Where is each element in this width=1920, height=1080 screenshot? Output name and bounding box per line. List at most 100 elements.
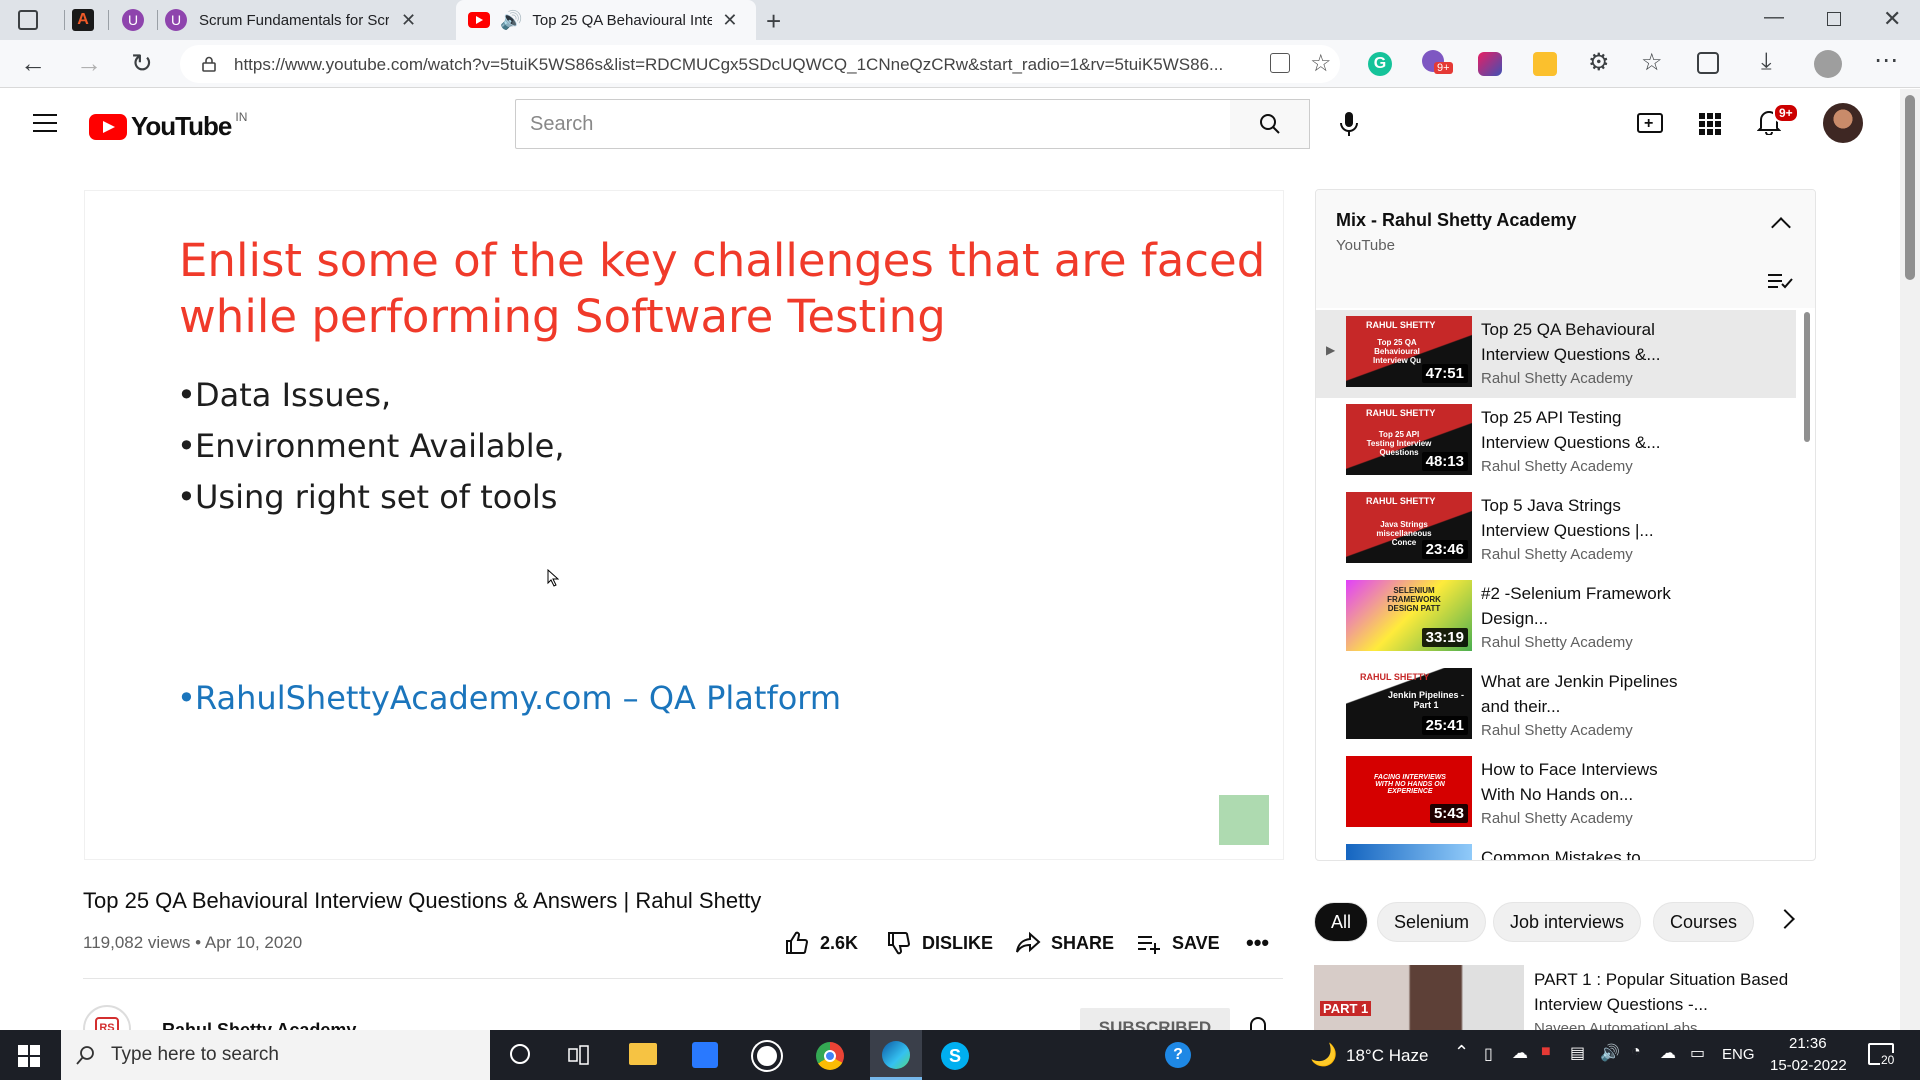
close-tab-icon[interactable]: ✕ — [722, 10, 737, 31]
gift-icon[interactable]: ■ — [1541, 1043, 1551, 1061]
action-center-icon[interactable]: 20 — [1868, 1043, 1896, 1067]
clock-date[interactable]: 15-02-2022 — [1770, 1057, 1847, 1074]
playlist-item[interactable]: RAHUL SHETTY Top 25 API Testing Intervie… — [1316, 398, 1796, 486]
extensions-puzzle-icon[interactable]: ⚙ — [1588, 48, 1610, 77]
app-available-icon[interactable] — [1270, 53, 1290, 73]
video-thumbnail[interactable]: RAHUL SHETTY Top 25 QA Behavioural Inter… — [1346, 316, 1472, 387]
video-thumbnail[interactable]: SELENIUM FRAMEWORK DESIGN PATT 33:19 — [1346, 580, 1472, 651]
downloads-icon[interactable]: ⤓ — [1761, 48, 1772, 76]
settings-more-icon[interactable]: ⋯ — [1874, 46, 1898, 75]
chip-job-interviews[interactable]: Job interviews — [1493, 902, 1642, 942]
chip-selenium[interactable]: Selenium — [1377, 902, 1487, 942]
wifi-icon[interactable]: ◔ — [1631, 1043, 1641, 1061]
task-view-icon[interactable] — [568, 1044, 590, 1066]
like-button[interactable]: 2.6K — [784, 930, 858, 956]
apps-grid-icon[interactable] — [1699, 113, 1721, 135]
tray-chevron-up-icon[interactable]: ⌃ — [1454, 1042, 1469, 1063]
onedrive-icon[interactable]: ☁ — [1512, 1043, 1528, 1063]
playlist-queue-icon[interactable] — [1768, 273, 1794, 289]
search-button[interactable] — [1230, 99, 1310, 149]
tray-device-icon[interactable]: ▯ — [1484, 1044, 1493, 1064]
create-video-icon[interactable]: + — [1637, 113, 1663, 133]
dislike-label: DISLIKE — [922, 932, 994, 953]
search-input[interactable] — [516, 100, 1230, 148]
tab-scrum[interactable]: U Scrum Fundamentals for Scrum Master ✕ — [165, 0, 455, 40]
playlist-item[interactable]: RAHUL SHETTY Java Strings miscellaneous … — [1316, 486, 1796, 574]
playlist-title[interactable]: Mix - Rahul Shetty Academy — [1336, 210, 1576, 231]
more-actions-icon[interactable]: ••• — [1246, 930, 1269, 956]
windows-start-icon[interactable] — [18, 1045, 40, 1067]
grammarly-icon[interactable]: G — [1368, 52, 1392, 76]
chip-all[interactable]: All — [1314, 902, 1369, 942]
tab-actions-icon[interactable] — [18, 10, 38, 30]
chips-next-chevron-icon[interactable] — [1775, 909, 1795, 929]
slide-title-line2: while performing Software Testing — [179, 290, 946, 343]
video-thumbnail[interactable] — [1346, 844, 1472, 860]
address-bar[interactable]: https://www.youtube.com/watch?v=5tuiK5WS… — [180, 45, 1340, 83]
weather-text[interactable]: 18°C Haze — [1346, 1046, 1428, 1066]
recommended-title[interactable]: PART 1 : Popular Situation Based Intervi… — [1534, 967, 1804, 1017]
playlist-item[interactable]: RAHUL SHETTY Jenkin Pipelines -Part 1 25… — [1316, 662, 1796, 750]
maximize-button[interactable] — [1827, 12, 1841, 26]
playlist-item[interactable]: SELENIUM FRAMEWORK DESIGN PATT 33:19 #2 … — [1316, 574, 1796, 662]
dislike-button[interactable]: DISLIKE — [886, 930, 993, 956]
page-scrollbar-thumb[interactable] — [1905, 95, 1915, 280]
chip-courses[interactable]: Courses — [1653, 902, 1755, 942]
cloud-sync-icon[interactable]: ☁ — [1660, 1043, 1676, 1063]
network-icon[interactable]: ▤ — [1570, 1043, 1585, 1063]
collapse-chevron-up-icon[interactable] — [1771, 217, 1791, 237]
chrome-icon[interactable] — [816, 1042, 844, 1070]
playlist-item[interactable]: FACING INTERVIEWS WITH NO HANDS ON EXPER… — [1316, 750, 1796, 838]
taskbar-search-box[interactable]: Type here to search — [61, 1030, 490, 1080]
clock-time[interactable]: 21:36 — [1789, 1035, 1827, 1052]
microsoft-store-icon[interactable] — [692, 1042, 718, 1068]
file-explorer-icon[interactable] — [629, 1043, 657, 1065]
back-button[interactable]: ← — [20, 48, 46, 79]
pinned-tab-icon[interactable]: U — [122, 9, 144, 31]
speaker-icon[interactable]: 🔊 — [500, 10, 522, 31]
playlist-item[interactable]: Common Mistakes to — [1316, 838, 1796, 860]
close-tab-icon[interactable]: ✕ — [401, 10, 416, 31]
favorite-star-icon[interactable]: ☆ — [1310, 49, 1332, 78]
help-icon[interactable]: ? — [1165, 1042, 1191, 1068]
video-thumbnail[interactable]: RAHUL SHETTY Top 25 API Testing Intervie… — [1346, 404, 1472, 475]
collections-icon[interactable] — [1697, 52, 1719, 74]
playlist-scrollbar[interactable] — [1804, 312, 1810, 442]
language-indicator[interactable]: ENG — [1722, 1046, 1755, 1063]
video-thumbnail[interactable]: RAHUL SHETTY Java Strings miscellaneous … — [1346, 492, 1472, 563]
youtube-logo[interactable]: YouTube IN — [89, 110, 247, 142]
save-button[interactable]: SAVE — [1136, 930, 1220, 956]
new-tab-button[interactable]: + — [766, 6, 781, 37]
subscribe-watermark[interactable] — [1219, 795, 1269, 845]
playlist-item-current[interactable]: ▶ RAHUL SHETTY Top 25 QA Behavioural Int… — [1316, 310, 1796, 398]
video-thumbnail[interactable]: RAHUL SHETTY Jenkin Pipelines -Part 1 25… — [1346, 668, 1472, 739]
video-views-date: 119,082 views • Apr 10, 2020 — [83, 933, 303, 952]
profile-avatar[interactable] — [1814, 50, 1842, 78]
video-thumbnail[interactable]: FACING INTERVIEWS WITH NO HANDS ON EXPER… — [1346, 756, 1472, 827]
color-extension-icon[interactable] — [1478, 52, 1502, 76]
video-player[interactable]: Enlist some of the key challenges that a… — [84, 190, 1284, 860]
app-icon[interactable] — [753, 1042, 781, 1070]
close-window-button[interactable]: ✕ — [1883, 6, 1901, 32]
forward-button[interactable]: → — [76, 48, 102, 79]
refresh-button[interactable]: ↻ — [131, 48, 153, 79]
lock-icon[interactable] — [202, 56, 216, 72]
hamburger-menu-icon[interactable] — [33, 114, 57, 132]
weather-icon[interactable]: 🌙 — [1310, 1042, 1337, 1068]
battery-icon[interactable]: ▭ — [1690, 1043, 1705, 1063]
minimize-button[interactable]: — — [1764, 6, 1784, 29]
recommended-thumbnail[interactable]: PART 1 — [1314, 965, 1524, 1030]
skype-icon[interactable]: S — [941, 1042, 969, 1070]
pinned-tab-icon[interactable]: A — [72, 9, 94, 31]
tab-youtube-active[interactable]: 🔊 Top 25 QA Behavioural Interview Questi… — [456, 0, 756, 40]
favorites-icon[interactable]: ☆ — [1641, 48, 1663, 77]
user-avatar[interactable] — [1823, 103, 1863, 143]
notifications-button[interactable]: 9+ — [1757, 103, 1799, 137]
voice-search-button[interactable] — [1324, 99, 1374, 149]
notes-extension-icon[interactable] — [1533, 52, 1557, 76]
cortana-icon[interactable] — [510, 1044, 530, 1064]
share-button[interactable]: SHARE — [1015, 930, 1114, 956]
edge-taskbar-active[interactable] — [870, 1030, 922, 1080]
extension-icon[interactable]: 9+ — [1422, 50, 1453, 76]
volume-icon[interactable]: 🔊 — [1600, 1043, 1620, 1063]
